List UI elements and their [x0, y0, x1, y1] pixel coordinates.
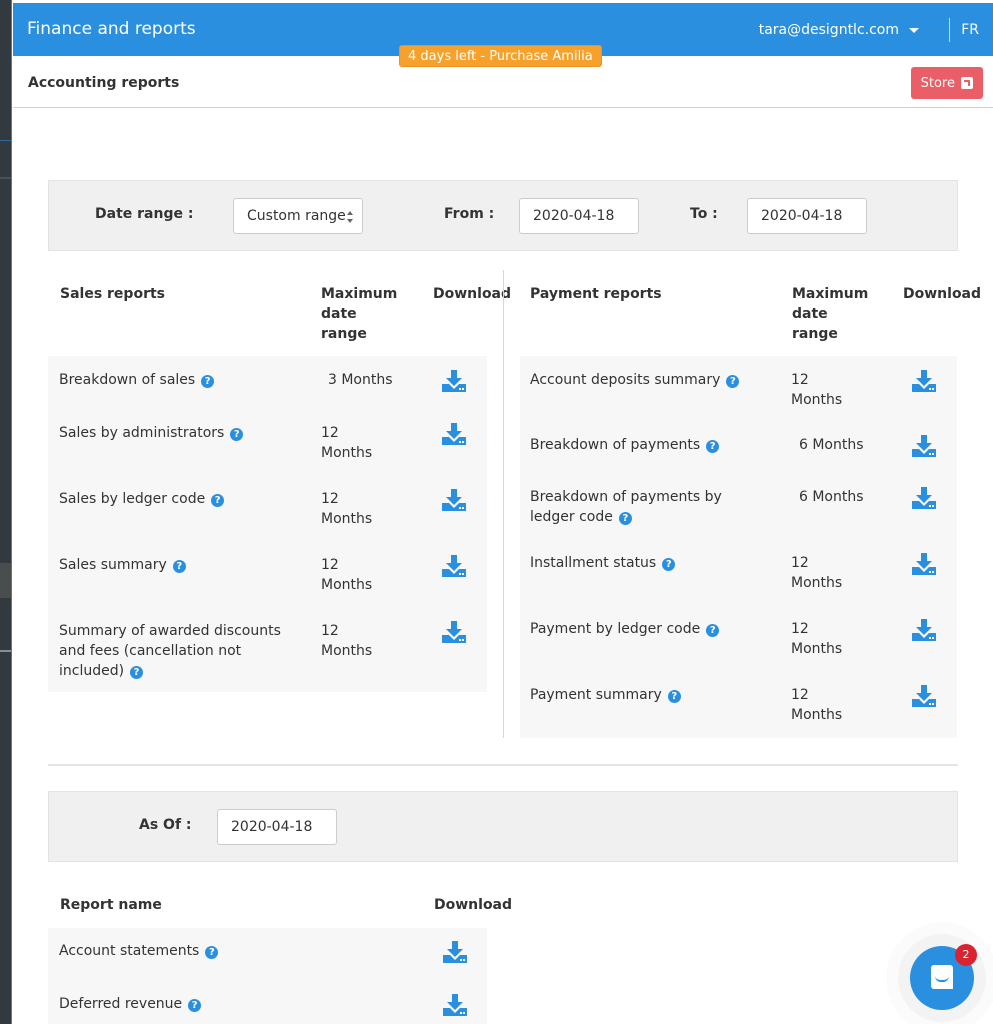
help-icon[interactable]: ? — [201, 375, 215, 388]
payment-reports-table: Account deposits summary? 12 Months Brea… — [520, 356, 957, 738]
download-icon[interactable] — [441, 619, 467, 645]
download-icon[interactable] — [911, 683, 937, 709]
date-range-filter: Date range : Custom range From : 2020-04… — [48, 180, 958, 251]
help-icon[interactable]: ? — [662, 558, 676, 571]
report-name-header: Report name — [60, 897, 162, 913]
help-icon[interactable]: ? — [188, 999, 202, 1012]
max-date-range: 6 Months — [799, 437, 864, 453]
report-name: Payment by ledger code? — [530, 619, 770, 639]
from-date-input[interactable]: 2020-04-18 — [519, 198, 639, 234]
to-date-input[interactable]: 2020-04-18 — [747, 198, 867, 234]
page-title: Finance and reports — [27, 19, 196, 39]
external-link-icon — [961, 77, 973, 89]
to-label: To : — [690, 206, 718, 222]
divider — [949, 18, 950, 42]
report-name: Account deposits summary? — [530, 370, 770, 390]
unread-badge: 2 — [955, 944, 977, 966]
max-date-range: 12 Months — [321, 623, 373, 659]
max-date-range: 12 Months — [791, 687, 843, 723]
download-icon[interactable] — [441, 553, 467, 579]
payment-reports-header: Payment reports — [530, 286, 662, 302]
help-icon[interactable]: ? — [726, 375, 740, 388]
download-icon[interactable] — [911, 368, 937, 394]
help-icon[interactable]: ? — [706, 624, 720, 637]
report-name: Account statements? — [59, 941, 359, 961]
payment-max-range-header: Maximum date range — [792, 286, 869, 342]
download-icon[interactable] — [911, 617, 937, 643]
chat-icon — [931, 965, 953, 989]
report-name: Breakdown of payments by ledger code? — [530, 489, 722, 525]
column-divider — [503, 270, 504, 738]
report-name: Summary of awarded discounts and fees (c… — [59, 623, 281, 679]
user-menu[interactable]: tara@designtlc.com — [759, 22, 919, 38]
chevron-down-icon — [909, 27, 919, 33]
date-range-value: Custom range — [247, 208, 346, 224]
section-title: Accounting reports — [28, 75, 180, 91]
report-name: Sales summary? — [59, 555, 299, 575]
help-icon[interactable]: ? — [618, 512, 632, 525]
sidebar-divider — [0, 650, 11, 652]
max-date-range: 3 Months — [328, 372, 393, 388]
store-button[interactable]: Store — [910, 67, 983, 99]
sales-reports-table: Breakdown of sales? 3 Months Sales by ad… — [48, 356, 487, 692]
store-button-label: Store — [920, 75, 955, 91]
max-date-range: 12 Months — [791, 621, 843, 657]
max-date-range: 12 Months — [791, 372, 843, 408]
section-divider — [48, 764, 958, 766]
report-name: Breakdown of sales? — [59, 370, 299, 390]
download-icon[interactable] — [442, 992, 468, 1018]
payment-download-header: Download — [903, 286, 982, 302]
download-icon[interactable] — [911, 433, 937, 459]
help-icon[interactable]: ? — [130, 666, 144, 679]
date-range-label: Date range : — [95, 206, 194, 222]
help-icon[interactable]: ? — [205, 946, 219, 959]
download-icon[interactable] — [442, 939, 468, 965]
sidebar-marker — [0, 177, 11, 179]
help-icon[interactable]: ? — [172, 560, 186, 573]
max-date-range: 12 Months — [321, 557, 373, 593]
sales-reports-header: Sales reports — [60, 286, 165, 302]
report-name: Installment status? — [530, 553, 770, 573]
chat-launcher-button[interactable]: 2 — [910, 944, 977, 1010]
as-of-date-input[interactable]: 2020-04-18 — [217, 809, 337, 845]
user-email: tara@designtlc.com — [758, 22, 899, 38]
left-sidebar — [0, 0, 12, 1024]
subheader: Accounting reports Store — [13, 56, 993, 108]
download-icon[interactable] — [441, 368, 467, 394]
max-date-range: 6 Months — [799, 489, 864, 505]
max-date-range: 12 Months — [791, 555, 843, 591]
language-switch[interactable]: FR — [961, 22, 979, 38]
max-date-range: 12 Months — [321, 491, 373, 527]
help-icon[interactable]: ? — [706, 440, 720, 453]
sidebar-marker — [0, 140, 11, 141]
help-icon[interactable]: ? — [667, 690, 681, 703]
as-of-reports-table: Account statements? Deferred revenue? — [48, 928, 487, 1024]
download-icon[interactable] — [441, 421, 467, 447]
max-date-range: 12 Months — [321, 425, 373, 461]
report-name: Sales by ledger code? — [59, 489, 299, 509]
help-icon[interactable]: ? — [211, 494, 225, 507]
help-icon[interactable]: ? — [230, 428, 244, 441]
sales-download-header: Download — [433, 286, 512, 302]
report-name: Payment summary? — [530, 685, 770, 705]
sidebar-active-item[interactable] — [0, 563, 11, 598]
download-icon[interactable] — [441, 487, 467, 513]
sales-max-range-header: Maximum date range — [321, 286, 398, 342]
download-icon[interactable] — [911, 551, 937, 577]
as-of-download-header: Download — [434, 897, 513, 913]
download-icon[interactable] — [911, 485, 937, 511]
as-of-label: As Of : — [139, 817, 192, 833]
select-arrows-icon — [347, 211, 354, 223]
report-name: Deferred revenue? — [59, 994, 359, 1014]
date-range-select[interactable]: Custom range — [233, 198, 363, 234]
as-of-filter: As Of : 2020-04-18 — [48, 791, 958, 862]
report-name: Breakdown of payments? — [530, 435, 770, 455]
from-label: From : — [444, 206, 495, 222]
report-name: Sales by administrators? — [59, 423, 299, 443]
